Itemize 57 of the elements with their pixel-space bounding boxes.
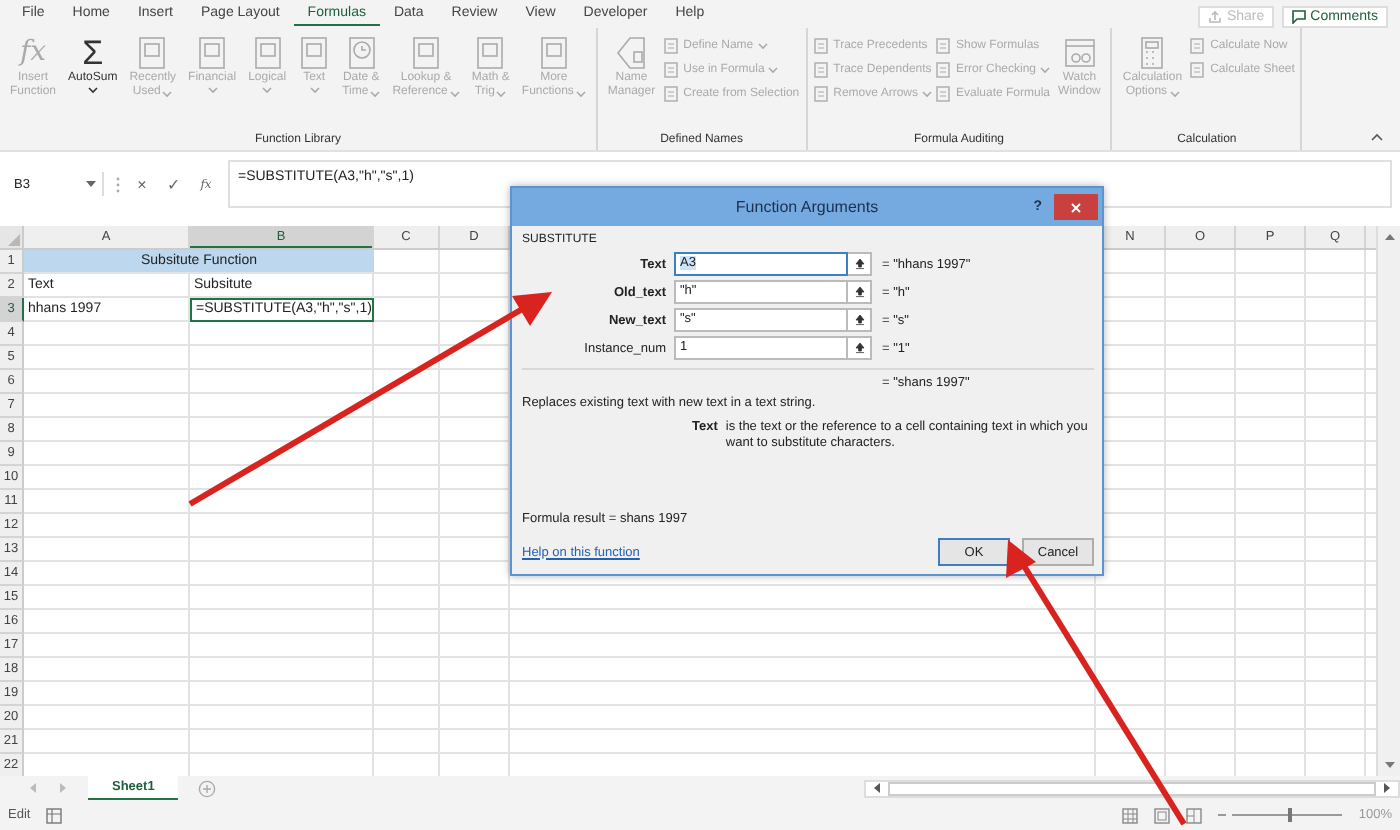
sheet-icon xyxy=(813,86,830,102)
sheet-icon xyxy=(1190,38,1207,54)
normal-view-icon[interactable] xyxy=(1122,807,1139,823)
add-sheet-icon[interactable] xyxy=(198,779,217,797)
horizontal-scrollbar[interactable] xyxy=(864,779,1400,797)
caret-icon xyxy=(86,180,96,188)
sheet-icon xyxy=(936,86,952,102)
collapse-icon[interactable] xyxy=(1370,132,1384,142)
collapse-dialog-button[interactable] xyxy=(848,252,872,276)
share-icon xyxy=(1208,9,1223,23)
book-icon xyxy=(474,36,507,70)
sheet-icon xyxy=(663,38,680,54)
book-icon xyxy=(298,36,331,70)
page-layout-icon[interactable] xyxy=(1154,807,1171,823)
book-icon xyxy=(410,36,443,70)
comment-icon xyxy=(1292,9,1307,23)
scroll-right-icon[interactable] xyxy=(1382,782,1392,794)
scroll-up-icon[interactable] xyxy=(1383,232,1395,242)
window-icon xyxy=(1063,36,1096,70)
collapse-dialog-button[interactable] xyxy=(848,336,872,360)
vertical-scrollbar[interactable] xyxy=(1376,226,1400,776)
sheet-icon xyxy=(663,62,680,78)
sheet-icon xyxy=(1190,62,1207,78)
sheet-icon xyxy=(936,62,952,78)
previous-sheet-icon[interactable] xyxy=(28,782,38,794)
triangle-icon xyxy=(8,234,20,246)
sheet-icon xyxy=(813,38,830,54)
enter-button[interactable]: ✓ xyxy=(164,175,184,193)
drag-handle-icon[interactable] xyxy=(116,175,120,193)
upload-arrow-icon xyxy=(853,286,865,298)
book-icon xyxy=(537,36,570,70)
collapse-dialog-button[interactable] xyxy=(848,308,872,332)
tag-icon xyxy=(615,36,648,70)
close-button[interactable] xyxy=(1054,194,1098,220)
sheet-icon xyxy=(813,62,830,78)
collapse-dialog-button[interactable] xyxy=(848,280,872,304)
clock-icon xyxy=(345,36,378,70)
scroll-down-icon[interactable] xyxy=(1383,760,1395,770)
sheet-icon xyxy=(936,38,952,54)
sheet-icon xyxy=(663,86,680,102)
zoom-slider[interactable] xyxy=(1218,807,1343,823)
scroll-thumb[interactable] xyxy=(888,781,1376,795)
cancel-button[interactable]: × xyxy=(132,175,152,193)
next-sheet-icon[interactable] xyxy=(58,782,68,794)
book-icon xyxy=(136,36,169,70)
calculator-icon xyxy=(1136,36,1169,70)
page-break-icon[interactable] xyxy=(1186,807,1203,823)
book-icon xyxy=(196,36,229,70)
function-icon: fx xyxy=(19,34,47,72)
upload-arrow-icon xyxy=(853,314,865,326)
scroll-left-icon[interactable] xyxy=(872,782,882,794)
sum-icon: Σ xyxy=(82,34,104,72)
macro-icon[interactable] xyxy=(46,807,63,823)
close-icon xyxy=(1070,201,1082,213)
upload-arrow-icon xyxy=(853,258,865,270)
book-icon xyxy=(251,36,284,70)
upload-arrow-icon xyxy=(853,342,865,354)
